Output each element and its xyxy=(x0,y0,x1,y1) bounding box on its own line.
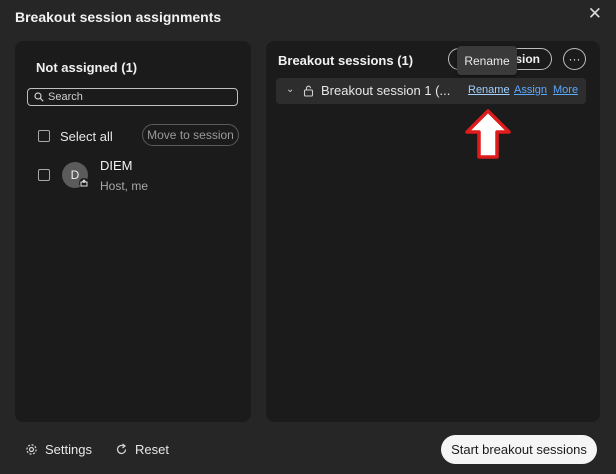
breakout-sessions-heading: Breakout sessions (1) xyxy=(278,53,414,68)
search-icon xyxy=(34,92,44,102)
search-box[interactable] xyxy=(27,88,238,106)
rename-tooltip: Rename xyxy=(457,46,517,75)
not-assigned-panel: Not assigned (1) Select all Move to sess… xyxy=(15,41,251,422)
gear-icon xyxy=(26,444,37,455)
move-to-session-button[interactable]: Move to session xyxy=(142,124,239,146)
more-options-icon[interactable]: ··· xyxy=(563,48,586,70)
not-assigned-heading: Not assigned (1) xyxy=(36,60,138,75)
host-badge-icon xyxy=(79,178,89,188)
unlock-icon xyxy=(303,84,314,102)
participant-name: DIEM xyxy=(100,158,133,173)
more-link[interactable]: More xyxy=(553,84,578,96)
breakout-sessions-panel: Breakout sessions (1) ssion ··· Rename ⌄… xyxy=(266,41,600,422)
assign-link[interactable]: Assign xyxy=(514,84,547,96)
rename-link[interactable]: Rename xyxy=(468,84,510,96)
start-breakout-sessions-button[interactable]: Start breakout sessions xyxy=(441,435,597,464)
participant-role: Host, me xyxy=(100,179,149,193)
reset-button[interactable]: Reset xyxy=(115,442,169,457)
settings-label: Settings xyxy=(45,442,92,457)
close-icon[interactable]: ✕ xyxy=(588,5,602,23)
settings-button[interactable]: Settings xyxy=(25,442,92,457)
red-arrow-annotation-icon xyxy=(465,109,511,159)
session-name: Breakout session 1 (... xyxy=(321,83,451,98)
chevron-down-icon[interactable]: ⌄ xyxy=(286,84,294,95)
participant-checkbox[interactable] xyxy=(38,169,50,181)
select-all-checkbox[interactable] xyxy=(38,130,50,142)
session-row[interactable]: ⌄ Breakout session 1 (... Rename Assign … xyxy=(276,78,586,104)
search-input[interactable] xyxy=(48,91,228,103)
reset-icon xyxy=(116,443,127,455)
reset-label: Reset xyxy=(135,442,169,457)
select-all-label: Select all xyxy=(60,129,113,144)
window-title: Breakout session assignments xyxy=(15,9,222,25)
